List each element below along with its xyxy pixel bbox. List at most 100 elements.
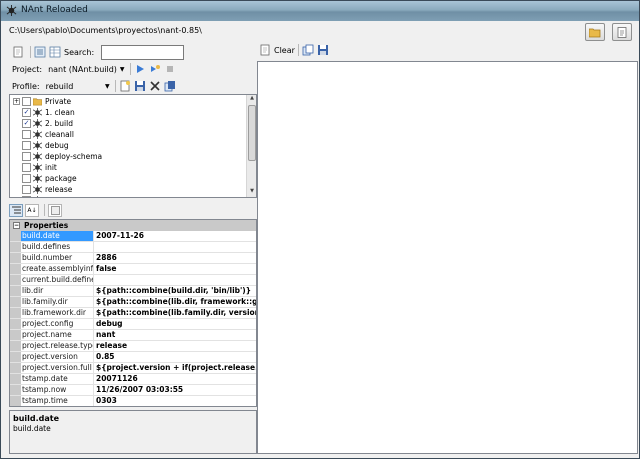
description-text: build.date [13, 424, 51, 433]
run-selected-icon[interactable] [149, 63, 161, 75]
profile-select[interactable]: rebuild ▼ [44, 79, 112, 93]
checkbox[interactable]: ✓ [22, 108, 31, 117]
property-row[interactable]: build.date 2007-11-26 [10, 231, 256, 242]
tree-view-icon[interactable] [34, 46, 46, 58]
tree-item-build[interactable]: ✓ 2. build [22, 118, 73, 129]
property-value[interactable]: 0.85 [94, 352, 256, 362]
property-row[interactable]: project.name nant [10, 330, 256, 341]
copy-icon[interactable] [302, 44, 314, 56]
property-name: build.number [21, 253, 94, 263]
property-row[interactable]: tstamp.now 11/26/2007 03:03:55 [10, 385, 256, 396]
row-margin [10, 363, 21, 373]
property-name: build.date [21, 231, 94, 241]
open-file-button[interactable] [612, 23, 632, 41]
property-value[interactable] [94, 242, 256, 252]
tree-item-refsdoc[interactable]: refsdoc [22, 195, 73, 197]
tree-item-cleanall[interactable]: cleanall [22, 129, 74, 140]
save-profile-icon[interactable] [134, 80, 146, 92]
target-icon [33, 152, 42, 161]
property-row[interactable]: tstamp.date 20071126 [10, 374, 256, 385]
expand-icon[interactable]: + [13, 98, 20, 105]
project-select[interactable]: nant (NAnt.build) ▼ [46, 62, 126, 76]
properties-category[interactable]: − Properties [10, 220, 256, 231]
property-name: tstamp.time [21, 396, 94, 406]
collapse-icon[interactable]: − [13, 222, 20, 229]
output-log[interactable] [257, 61, 638, 454]
property-row[interactable]: build.defines [10, 242, 256, 253]
tree-item-label: release [45, 185, 73, 194]
property-value[interactable]: 2886 [94, 253, 256, 263]
checkbox[interactable] [22, 185, 31, 194]
property-row[interactable]: project.version.full ${project.version +… [10, 363, 256, 374]
checkbox[interactable] [22, 163, 31, 172]
tree-item-clean[interactable]: ✓ 1. clean [22, 107, 75, 118]
checkbox[interactable] [22, 174, 31, 183]
property-row[interactable]: current.build.defines [10, 275, 256, 286]
property-name: create.assemblyinfo [22, 264, 94, 274]
property-row[interactable]: lib.family.dir ${path::combine(lib.dir, … [10, 297, 256, 308]
property-row[interactable]: project.version 0.85 [10, 352, 256, 363]
alphabetical-button[interactable]: A↓ [25, 203, 39, 217]
grid-view-icon[interactable] [49, 46, 61, 58]
tree-item-private[interactable]: + Private [13, 96, 71, 107]
new-profile-icon[interactable] [119, 80, 131, 92]
property-name: lib.framework.dir [21, 308, 94, 318]
target-icon [33, 130, 42, 139]
tree-item-package[interactable]: package [22, 173, 77, 184]
property-row[interactable]: tstamp.time 0303 [10, 396, 256, 406]
run-icon[interactable] [134, 63, 146, 75]
property-value[interactable]: ${path::combine(lib.family.dir, version:… [94, 308, 256, 318]
property-value[interactable]: 0303 [94, 396, 256, 406]
property-row[interactable]: create.assemblyinfo false [10, 264, 256, 275]
property-row[interactable]: lib.framework.dir ${path::combine(lib.fa… [10, 308, 256, 319]
save-icon[interactable] [317, 44, 329, 56]
property-value[interactable]: false [94, 264, 256, 274]
new-document-icon[interactable] [12, 46, 24, 58]
property-grid[interactable]: − Properties build.date 2007-11-26 build… [9, 219, 257, 407]
categorized-button[interactable] [9, 203, 23, 217]
property-row[interactable]: build.number 2886 [10, 253, 256, 264]
property-name: project.version.full [21, 363, 94, 373]
main-toolbar: Search: [6, 43, 185, 61]
property-value[interactable]: ${path::combine(lib.dir, framework::get-… [94, 297, 256, 307]
property-row[interactable]: project.release.type release [10, 341, 256, 352]
property-row[interactable]: lib.dir ${path::combine(build.dir, 'bin/… [10, 286, 256, 297]
tree-item-debug[interactable]: debug [22, 140, 69, 151]
title-bar: NAnt Reloaded [1, 1, 639, 21]
checkbox[interactable] [22, 130, 31, 139]
property-value[interactable]: 11/26/2007 03:03:55 [94, 385, 256, 395]
clear-button[interactable]: Clear [259, 44, 295, 56]
property-value[interactable]: nant [94, 330, 256, 340]
property-name: project.config [21, 319, 94, 329]
tree-item-deploy-schema[interactable]: deploy-schema [22, 151, 102, 162]
scroll-up-icon[interactable]: ▲ [247, 95, 256, 104]
search-input[interactable] [101, 44, 185, 60]
stop-icon[interactable] [164, 63, 176, 75]
checkbox[interactable] [22, 152, 31, 161]
property-value[interactable]: 20071126 [94, 374, 256, 384]
checkbox[interactable] [22, 97, 31, 106]
property-value[interactable] [94, 275, 256, 285]
delete-profile-icon[interactable] [149, 80, 161, 92]
scroll-thumb[interactable] [248, 105, 256, 161]
tree-scrollbar[interactable]: ▲ ▼ [246, 95, 256, 197]
target-tree[interactable]: + Private ✓ 1. clean ✓ 2. build cleanall… [9, 94, 257, 198]
checkbox[interactable]: ✓ [22, 119, 31, 128]
property-name: current.build.defines [22, 275, 94, 285]
scroll-down-icon[interactable]: ▼ [247, 188, 256, 197]
open-folder-button[interactable] [585, 23, 605, 41]
checkbox[interactable] [22, 141, 31, 150]
property-value[interactable]: ${path::combine(build.dir, 'bin/lib')} [94, 286, 256, 296]
property-value[interactable]: 2007-11-26 [94, 231, 256, 241]
copy-profile-icon[interactable] [164, 80, 176, 92]
property-value[interactable]: debug [94, 319, 256, 329]
tree-item-init[interactable]: init [22, 162, 57, 173]
property-value[interactable]: release [94, 341, 256, 351]
property-value[interactable]: ${project.version + if(project.release.t… [94, 363, 256, 373]
tree-item-release[interactable]: release [22, 184, 72, 195]
toolbar-separator [114, 80, 116, 92]
checkbox[interactable] [22, 196, 31, 197]
toolbar-separator [129, 63, 131, 75]
property-row[interactable]: project.config debug [10, 319, 256, 330]
property-pages-button[interactable] [48, 203, 62, 217]
